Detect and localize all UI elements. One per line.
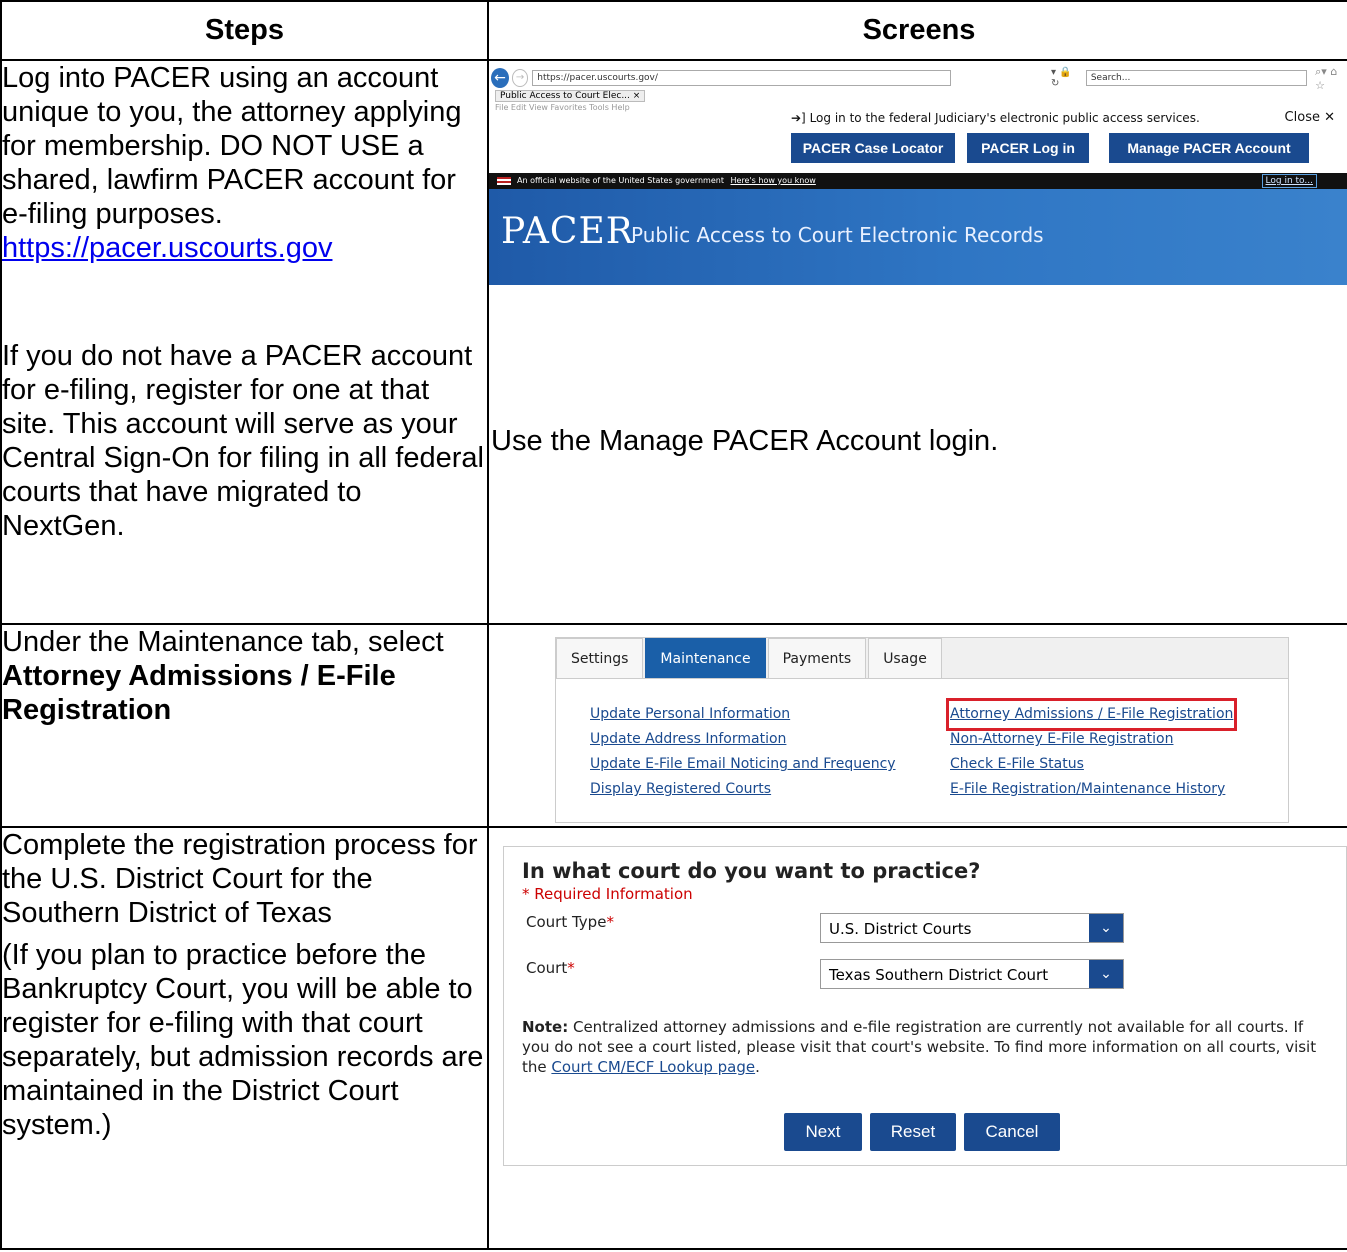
non-attorney-link[interactable]: Non-Attorney E-File Registration xyxy=(950,727,1233,752)
efile-history-link[interactable]: E-File Registration/Maintenance History xyxy=(950,777,1233,802)
required-marker: * xyxy=(567,959,575,977)
step-3-screens: In what court do you want to practice? *… xyxy=(487,826,1347,1250)
login-notice-text: Log in to the federal Judiciary's electr… xyxy=(809,111,1200,125)
pacer-logo: PACER xyxy=(501,211,634,252)
step-1-paragraph: Log into PACER using an account unique t… xyxy=(2,61,487,265)
check-efile-status-link[interactable]: Check E-File Status xyxy=(950,752,1233,777)
gov-login-link[interactable]: Log in to... xyxy=(1261,174,1317,188)
forward-arrow-icon[interactable]: → xyxy=(511,69,529,87)
reset-button[interactable]: Reset xyxy=(870,1113,956,1151)
step-3-paragraph-2: (If you plan to practice before the Bank… xyxy=(2,939,484,1141)
account-tabs: Settings Maintenance Payments Usage xyxy=(556,638,1288,679)
court-type-label-text: Court Type xyxy=(526,913,607,931)
tab-maintenance[interactable]: Maintenance xyxy=(645,638,766,678)
required-info: * Required Information xyxy=(522,885,693,903)
header-row: Steps Screens xyxy=(0,0,1347,61)
cmecf-lookup-link[interactable]: Court CM/ECF Lookup page xyxy=(551,1058,755,1076)
screens-header: Screens xyxy=(487,0,1347,61)
step-1-register-paragraph: If you do not have a PACER account for e… xyxy=(2,340,484,542)
form-title: In what court do you want to practice? xyxy=(522,859,981,883)
manage-account-button[interactable]: Manage PACER Account xyxy=(1109,133,1309,163)
note-end: . xyxy=(755,1058,760,1076)
pacer-link[interactable]: https://pacer.uscourts.gov xyxy=(2,232,332,264)
refresh-lock-icon[interactable]: ▾ 🔒 ↻ xyxy=(1051,67,1080,89)
back-arrow-icon[interactable]: ← xyxy=(491,68,509,88)
court-form-screenshot: In what court do you want to practice? *… xyxy=(503,846,1347,1166)
browser-tab[interactable]: Public Access to Court Elec... × xyxy=(495,90,646,102)
update-address-link[interactable]: Update Address Information xyxy=(590,727,896,752)
step-row-3: Complete the registration process for th… xyxy=(0,826,1347,1250)
required-marker: * xyxy=(606,913,614,931)
court-label-text: Court xyxy=(526,959,568,977)
step-row-2: Under the Maintenance tab, select Attorn… xyxy=(0,623,1347,828)
instructions-table: Steps Screens Log into PACER using an ac… xyxy=(0,0,1347,1250)
browser-tab-strip: Public Access to Court Elec... × xyxy=(489,89,1347,103)
pacer-login-button[interactable]: PACER Log in xyxy=(967,133,1089,163)
chevron-down-icon[interactable]: ⌄ xyxy=(1089,960,1123,988)
next-button[interactable]: Next xyxy=(784,1113,862,1151)
url-input[interactable]: https://pacer.uscourts.gov/ xyxy=(532,70,951,86)
court-type-label: Court Type* xyxy=(526,913,614,931)
step-1-text: Log into PACER using an account unique t… xyxy=(0,59,489,625)
court-type-value: U.S. District Courts xyxy=(829,920,972,938)
browser-screenshot: ← → https://pacer.uscourts.gov/ ▾ 🔒 ↻ Se… xyxy=(489,65,1347,285)
steps-header: Steps xyxy=(0,0,489,61)
tab-usage[interactable]: Usage xyxy=(868,638,942,678)
home-star-icon[interactable]: ⌕▾ ⌂ ☆ xyxy=(1315,65,1347,92)
login-notice: ➔] Log in to the federal Judiciary's ele… xyxy=(791,111,1200,125)
us-flag-icon xyxy=(497,177,511,185)
close-button[interactable]: Close ✕ xyxy=(1285,110,1335,125)
step-2-paragraph: Under the Maintenance tab, select Attorn… xyxy=(2,625,487,727)
step-3-paragraph-1: Complete the registration process for th… xyxy=(2,829,478,929)
tab-payments[interactable]: Payments xyxy=(767,638,867,678)
how-you-know-link[interactable]: Here's how you know xyxy=(731,176,816,185)
cancel-button[interactable]: Cancel xyxy=(964,1113,1060,1151)
form-note: Note: Centralized attorney admissions an… xyxy=(522,1017,1332,1077)
manage-account-note: Use the Manage PACER Account login. xyxy=(491,425,999,457)
maintenance-links-right: Attorney Admissions / E-File Registratio… xyxy=(945,698,1238,802)
pacer-banner: PACER Public Access to Court Electronic … xyxy=(489,189,1347,285)
step-1-screens: ← → https://pacer.uscourts.gov/ ▾ 🔒 ↻ Se… xyxy=(487,59,1347,625)
gov-banner: An official website of the United States… xyxy=(489,173,1347,189)
step-1-instructions: Log into PACER using an account unique t… xyxy=(2,62,462,230)
step-2-bold-target: Attorney Admissions / E-File Registratio… xyxy=(2,660,396,726)
login-arrow-icon: ➔] xyxy=(791,111,806,125)
pacer-tagline: Public Access to Court Electronic Record… xyxy=(631,223,1044,247)
update-efile-email-link[interactable]: Update E-File Email Noticing and Frequen… xyxy=(590,752,896,777)
court-label: Court* xyxy=(526,959,575,977)
court-type-select[interactable]: U.S. District Courts ⌄ xyxy=(820,913,1124,943)
step-2-screens: Settings Maintenance Payments Usage Upda… xyxy=(487,623,1347,828)
browser-search-input[interactable]: Search... xyxy=(1085,70,1308,86)
court-select[interactable]: Texas Southern District Court ⌄ xyxy=(820,959,1124,989)
step-3-text: Complete the registration process for th… xyxy=(0,826,489,1250)
attorney-admissions-link[interactable]: Attorney Admissions / E-File Registratio… xyxy=(945,698,1238,731)
maintenance-screenshot: Settings Maintenance Payments Usage Upda… xyxy=(555,637,1289,823)
gov-banner-text: An official website of the United States… xyxy=(517,176,724,185)
tab-settings[interactable]: Settings xyxy=(556,638,644,678)
step-2-instruction: Under the Maintenance tab, select xyxy=(2,626,444,658)
maintenance-links-left: Update Personal Information Update Addre… xyxy=(590,702,896,802)
update-personal-link[interactable]: Update Personal Information xyxy=(590,702,896,727)
case-locator-button[interactable]: PACER Case Locator xyxy=(791,133,955,163)
browser-address-bar: ← → https://pacer.uscourts.gov/ ▾ 🔒 ↻ Se… xyxy=(489,65,1347,92)
chevron-down-icon[interactable]: ⌄ xyxy=(1089,914,1123,942)
display-courts-link[interactable]: Display Registered Courts xyxy=(590,777,896,802)
note-label: Note: xyxy=(522,1018,569,1036)
step-row-1: Log into PACER using an account unique t… xyxy=(0,59,1347,625)
step-2-text: Under the Maintenance tab, select Attorn… xyxy=(0,623,489,828)
court-value: Texas Southern District Court xyxy=(829,966,1049,984)
